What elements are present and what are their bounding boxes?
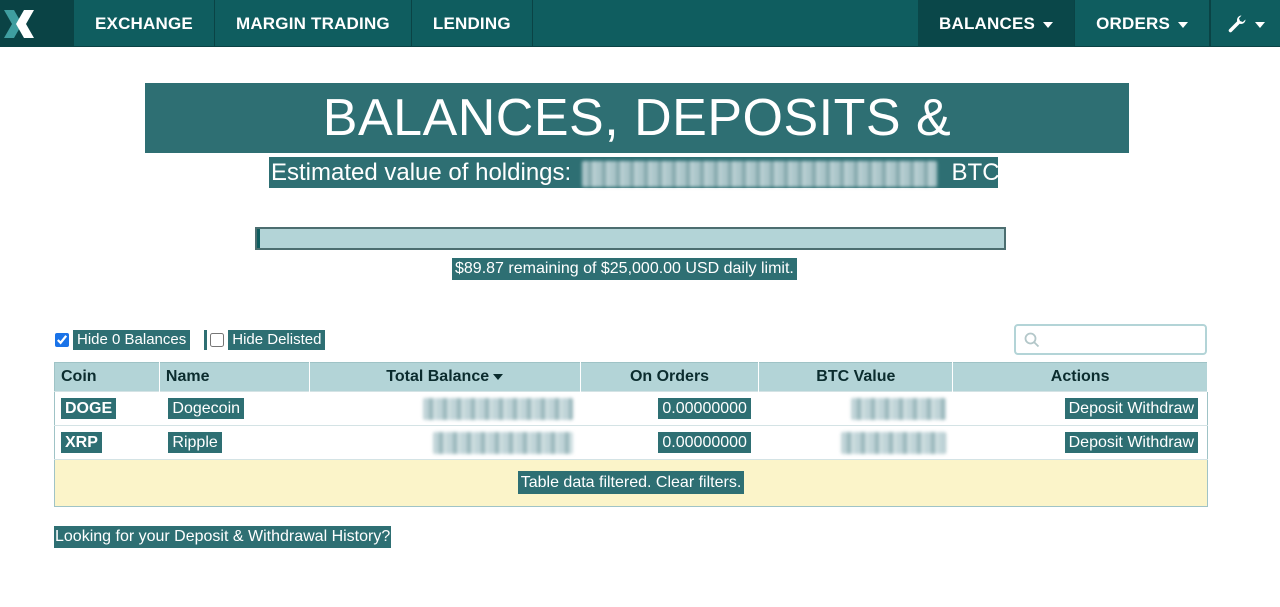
balance-filters: Hide 0 Balances Hide Delisted — [55, 330, 326, 350]
coin-cell: DOGE — [54, 391, 160, 426]
column-header-name[interactable]: Name — [159, 362, 310, 392]
balances-table: Coin Name Total Balance On Orders BTC Va… — [54, 362, 1208, 507]
estimated-holdings: Estimated value of holdings: BTC — [269, 157, 1000, 188]
chevron-down-icon — [1254, 21, 1265, 28]
estimate-label: Estimated value of holdings: — [271, 159, 572, 186]
btc-value-cell — [758, 391, 953, 426]
search-icon — [1024, 332, 1040, 347]
total-balance-cell — [309, 391, 581, 426]
daily-limit-progress-fill — [257, 229, 260, 248]
actions-cell: Deposit Withdraw — [952, 425, 1208, 460]
coin-name: Dogecoin — [168, 397, 245, 419]
on-orders-value: 0.00000000 — [658, 431, 751, 453]
on-orders-value: 0.00000000 — [658, 397, 751, 419]
wrench-icon — [1228, 15, 1245, 32]
coin-cell: XRP — [54, 425, 160, 460]
table-filtered-row: Table data filtered. Clear filters. — [54, 459, 1208, 507]
column-header-on-orders[interactable]: On Orders — [580, 362, 760, 392]
coin-symbol: DOGE — [61, 397, 117, 419]
daily-limit-progress-bar — [255, 227, 1006, 250]
top-navbar: EXCHANGE MARGIN TRADING LENDING BALANCES… — [0, 0, 1280, 47]
hide-zero-balances-label: Hide 0 Balances — [73, 330, 191, 350]
nav-margin-trading[interactable]: MARGIN TRADING — [215, 0, 412, 47]
total-balance-cell — [309, 425, 581, 460]
filter-divider — [204, 330, 208, 350]
chevron-down-icon — [1178, 21, 1188, 28]
withdraw-link[interactable]: Withdraw — [1127, 400, 1194, 417]
redacted-total-balance — [423, 397, 574, 420]
btc-value-cell — [758, 425, 953, 460]
search-box[interactable] — [1014, 324, 1207, 355]
table-row: DOGE Dogecoin 0.00000000 Deposit Withdra… — [54, 391, 1208, 426]
nav-exchange[interactable]: EXCHANGE — [74, 0, 215, 47]
poloniex-logo[interactable] — [0, 0, 74, 47]
deposit-link[interactable]: Deposit — [1069, 400, 1123, 417]
name-cell: Dogecoin — [159, 391, 310, 426]
nav-tools[interactable] — [1210, 0, 1280, 47]
coin-name: Ripple — [168, 431, 222, 453]
nav-balances[interactable]: BALANCES — [918, 0, 1076, 47]
withdraw-link[interactable]: Withdraw — [1127, 434, 1194, 451]
estimate-unit: BTC — [951, 159, 1000, 186]
hide-zero-balances-filter[interactable]: Hide 0 Balances — [55, 330, 191, 350]
search-input[interactable] — [1046, 331, 1196, 348]
nav-lending[interactable]: LENDING — [412, 0, 533, 47]
column-header-actions: Actions — [952, 362, 1208, 392]
redacted-holdings-value — [581, 160, 937, 187]
nav-orders-label: ORDERS — [1096, 13, 1170, 33]
chevron-down-icon — [1043, 21, 1054, 28]
hide-delisted-label: Hide Delisted — [228, 330, 326, 350]
on-orders-cell: 0.00000000 — [580, 425, 759, 460]
hide-delisted-filter[interactable]: Hide Delisted — [210, 330, 326, 350]
column-header-total-balance[interactable]: Total Balance — [309, 362, 581, 392]
name-cell: Ripple — [159, 425, 310, 460]
nav-balances-label: BALANCES — [939, 13, 1036, 33]
hide-zero-balances-checkbox[interactable] — [55, 333, 69, 347]
daily-limit-text: $89.87 remaining of $25,000.00 USD daily… — [452, 258, 797, 280]
deposit-link[interactable]: Deposit — [1069, 434, 1123, 451]
column-header-btc-value[interactable]: BTC Value — [758, 362, 954, 392]
hide-delisted-checkbox[interactable] — [210, 333, 225, 347]
coin-symbol: XRP — [61, 431, 102, 453]
redacted-total-balance — [433, 431, 574, 454]
actions-cell: Deposit Withdraw — [952, 391, 1208, 426]
nav-orders[interactable]: ORDERS — [1075, 0, 1210, 47]
sort-desc-icon — [493, 373, 504, 380]
logo-x-icon — [4, 9, 34, 38]
deposit-withdrawal-history-link[interactable]: Looking for your Deposit & Withdrawal Hi… — [54, 526, 392, 548]
filtered-notice-cell: Table data filtered. Clear filters. — [54, 459, 1208, 507]
table-header-row: Coin Name Total Balance On Orders BTC Va… — [54, 362, 1208, 392]
redacted-btc-value — [850, 397, 946, 420]
total-balance-header-label: Total Balance — [386, 368, 490, 385]
clear-filters-link[interactable]: Table data filtered. Clear filters. — [517, 471, 745, 494]
table-row: XRP Ripple 0.00000000 Deposit Withdraw — [54, 425, 1208, 460]
redacted-btc-value — [840, 431, 946, 454]
column-header-coin[interactable]: Coin — [54, 362, 160, 392]
on-orders-cell: 0.00000000 — [580, 391, 759, 426]
page-title: BALANCES, DEPOSITS & WITHDRAWALS — [145, 83, 1129, 217]
